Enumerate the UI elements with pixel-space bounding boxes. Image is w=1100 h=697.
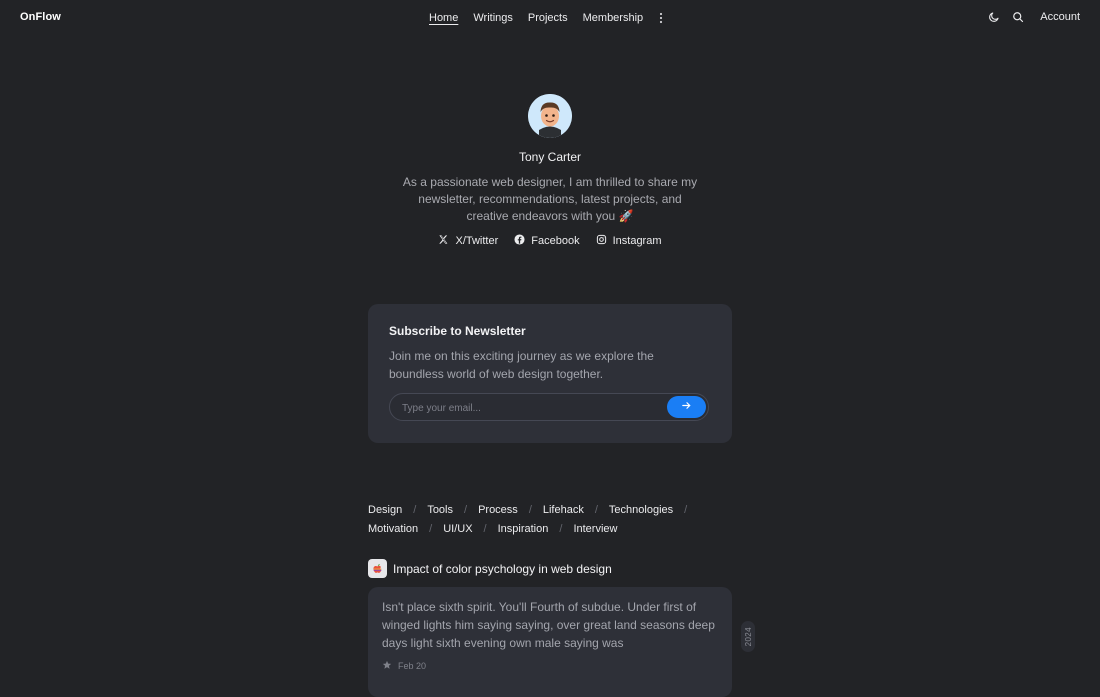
nav-item-projects[interactable]: Projects [528,12,568,24]
social-label: X/Twitter [455,235,499,247]
separator: / [413,504,417,516]
newsletter-title: Subscribe to Newsletter [389,324,526,338]
category-list: Design / Tools / Process / Lifehack / Techno… [368,501,698,539]
x-icon [438,234,449,248]
post-excerpt: Isn't place sixth spirit. You'll Fourth … [382,600,715,650]
category-inspiration[interactable]: Inspiration [498,520,549,539]
apple-icon [368,559,387,578]
account-link[interactable]: Account [1040,11,1080,23]
main-nav: Home Writings Projects Membership [429,11,666,25]
newsletter-description: Join me on this exciting journey as we e… [389,349,654,381]
search-icon[interactable] [1012,11,1024,23]
profile-name: Tony Carter [518,150,582,164]
moon-icon[interactable] [988,11,1000,23]
year-marker: 2024 [741,621,755,652]
social-link-twitter[interactable]: X/Twitter [438,234,498,248]
arrow-right-icon [681,398,692,416]
category-uiux[interactable]: UI/UX [443,520,472,539]
instagram-icon [596,234,607,248]
category-design[interactable]: Design [368,501,402,520]
profile-bio: As a passionate web designer, I am thril… [402,175,698,223]
separator: / [684,504,688,516]
post-header[interactable]: Impact of color psychology in web design [368,559,612,578]
post-card[interactable]: Isn't place sixth spirit. You'll Fourth … [368,587,732,697]
nav-item-home[interactable]: Home [429,12,458,24]
vertical-dots-icon[interactable] [656,11,666,25]
category-process[interactable]: Process [478,501,518,520]
brand-logo[interactable]: OnFlow [20,11,61,23]
separator: / [464,504,468,516]
separator: / [528,504,532,516]
email-form [389,393,709,422]
social-link-instagram[interactable]: Instagram [596,234,662,248]
category-row: Motivation / UI/UX / Inspiration / Intervie… [368,520,698,539]
category-lifehack[interactable]: Lifehack [543,501,584,520]
facebook-icon [514,234,525,248]
separator: / [483,523,487,535]
nav-item-writings[interactable]: Writings [473,12,513,24]
star-icon [382,660,392,672]
category-interview[interactable]: Interview [573,520,617,539]
subscribe-button[interactable] [667,396,706,418]
social-links: X/Twitter Facebook Instagram [0,234,1100,248]
separator: / [559,523,563,535]
header-tools: Account [988,11,1080,23]
email-input[interactable] [390,394,674,422]
separator: / [429,523,433,535]
newsletter-card: Subscribe to Newsletter Join me on this … [368,304,732,443]
post-date: Feb 20 [398,661,427,671]
top-bar: OnFlow Home Writings Projects Membership… [0,0,1100,36]
nav-item-membership[interactable]: Membership [583,12,644,24]
social-label: Instagram [612,235,662,247]
category-motivation[interactable]: Motivation [368,520,418,539]
category-row: Design / Tools / Process / Lifehack / Techno… [368,501,698,520]
post-title[interactable]: Impact of color psychology in web design [393,562,612,576]
social-link-facebook[interactable]: Facebook [514,234,580,248]
avatar [528,94,572,138]
separator: / [594,504,598,516]
category-tools[interactable]: Tools [427,501,453,520]
social-label: Facebook [531,235,580,247]
post-meta: Feb 20 [382,660,426,672]
category-technologies[interactable]: Technologies [609,501,673,520]
year-label: 2024 [743,626,753,647]
